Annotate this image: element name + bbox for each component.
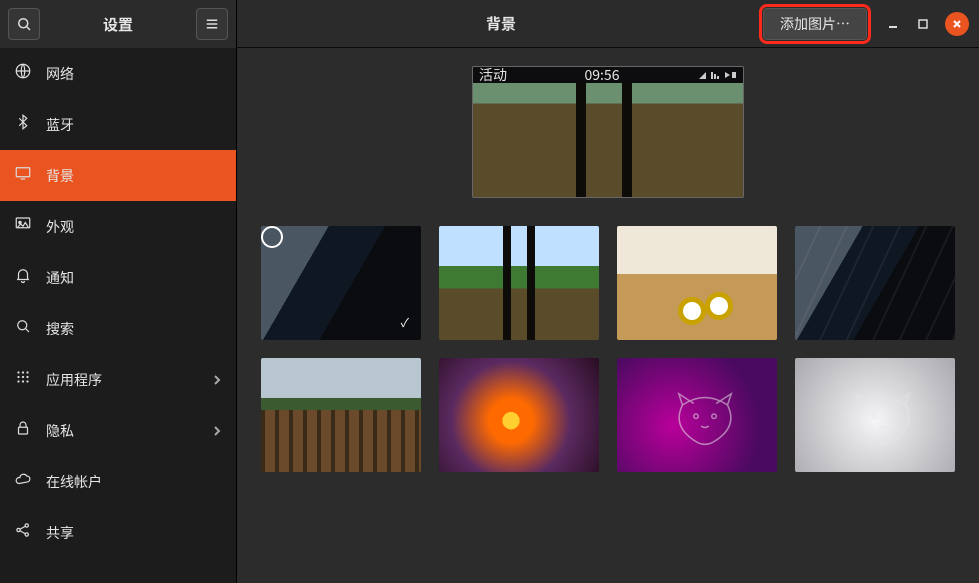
minimize-button[interactable] <box>885 16 901 32</box>
grid-icon <box>14 368 32 391</box>
search-button[interactable] <box>8 8 40 40</box>
sidebar-item-network[interactable]: 网络 <box>0 48 236 99</box>
globe-icon <box>14 62 32 85</box>
wallpaper-thumb-crane[interactable] <box>439 358 599 472</box>
maximize-icon <box>917 18 929 30</box>
search-icon <box>14 317 32 340</box>
wallpaper-thumb-station-dup[interactable] <box>795 226 955 340</box>
wallpaper-thumb-shuffleboard[interactable] <box>617 226 777 340</box>
sidebar-item-label: 背景 <box>46 166 222 186</box>
sidebar-item-privacy[interactable]: 隐私 <box>0 405 236 456</box>
sidebar-item-label: 在线帐户 <box>46 472 222 492</box>
sidebar-item-label: 搜索 <box>46 319 222 339</box>
maximize-button[interactable] <box>915 16 931 32</box>
content-area: 活动 09:56 <box>237 48 979 583</box>
app-title: 设置 <box>46 14 190 35</box>
sidebar-item-appearance[interactable]: 外观 <box>0 201 236 252</box>
add-picture-button[interactable]: 添加图片… <box>763 8 867 40</box>
sidebar-item-applications[interactable]: 应用程序 <box>0 354 236 405</box>
sidebar-item-label: 隐私 <box>46 421 198 441</box>
share-icon <box>14 521 32 544</box>
sidebar-item-online-accounts[interactable]: 在线帐户 <box>0 456 236 507</box>
bell-icon <box>14 266 32 289</box>
sidebar-item-label: 共享 <box>46 523 222 543</box>
main-pane: 背景 添加图片… 活动 09:56 <box>237 0 979 583</box>
add-picture-label: 添加图片… <box>780 14 850 34</box>
display-icon <box>14 164 32 187</box>
sidebar-item-share[interactable]: 共享 <box>0 507 236 558</box>
cat-icon <box>665 390 745 450</box>
chevron-right-icon <box>212 424 222 438</box>
wallpaper-grid <box>261 226 955 472</box>
wallpaper-thumb-station[interactable] <box>261 226 421 340</box>
sidebar-item-label: 网络 <box>46 64 222 84</box>
appearance-icon <box>14 215 32 238</box>
window-controls <box>885 12 969 36</box>
settings-sidebar: 设置 网络蓝牙背景外观通知搜索应用程序隐私在线帐户共享 <box>0 0 237 583</box>
sidebar-item-label: 应用程序 <box>46 370 198 390</box>
preview-clock: 09:56 <box>585 66 620 85</box>
panel-title: 背景 <box>247 13 755 34</box>
wallpaper-thumb-cat-purple[interactable] <box>617 358 777 472</box>
cat-icon <box>843 390 923 450</box>
sidebar-items: 网络蓝牙背景外观通知搜索应用程序隐私在线帐户共享 <box>0 48 236 583</box>
close-icon <box>951 18 963 30</box>
preview-status-icons <box>697 70 737 80</box>
wallpaper-thumb-forest[interactable] <box>439 226 599 340</box>
search-icon <box>15 15 33 33</box>
hamburger-icon <box>203 15 221 33</box>
sidebar-item-label: 蓝牙 <box>46 115 222 135</box>
sidebar-item-background[interactable]: 背景 <box>0 150 236 201</box>
close-button[interactable] <box>945 12 969 36</box>
bluetooth-icon <box>14 113 32 136</box>
chevron-right-icon <box>212 373 222 387</box>
lock-icon <box>14 419 32 442</box>
current-wallpaper-preview: 活动 09:56 <box>472 66 744 198</box>
cloud-icon <box>14 470 32 493</box>
preview-activities-label: 活动 <box>479 66 507 85</box>
sidebar-item-bluetooth[interactable]: 蓝牙 <box>0 99 236 150</box>
primary-menu-button[interactable] <box>196 8 228 40</box>
sidebar-header: 设置 <box>0 0 236 48</box>
minimize-icon <box>887 18 899 30</box>
titlebar: 背景 添加图片… <box>237 0 979 48</box>
wallpaper-thumb-bridge[interactable] <box>261 358 421 472</box>
wallpaper-thumb-cat-grey[interactable] <box>795 358 955 472</box>
sidebar-item-label: 外观 <box>46 217 222 237</box>
preview-top-bar: 活动 09:56 <box>473 67 743 83</box>
sidebar-item-search[interactable]: 搜索 <box>0 303 236 354</box>
sidebar-item-notifications[interactable]: 通知 <box>0 252 236 303</box>
sidebar-item-label: 通知 <box>46 268 222 288</box>
